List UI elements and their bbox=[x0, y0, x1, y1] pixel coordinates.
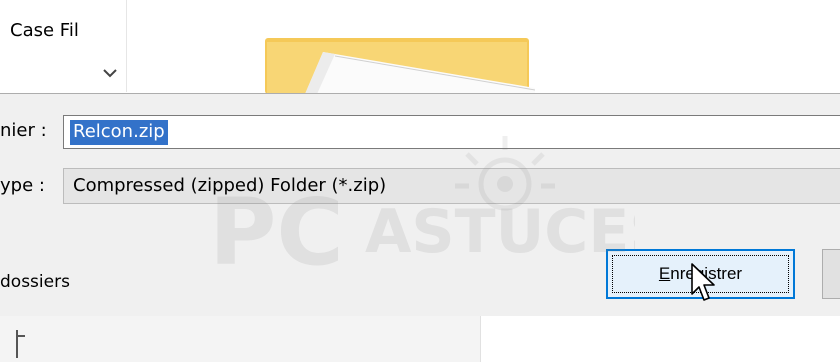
file-browser-area: Case Fil bbox=[0, 0, 840, 94]
filename-selected-text[interactable]: Relcon.zip bbox=[70, 120, 168, 145]
filetype-label: ype : bbox=[0, 175, 45, 196]
save-button-label: Enregistrer bbox=[658, 264, 743, 283]
hide-folders-toggle[interactable]: dossiers bbox=[0, 272, 70, 292]
folder-name-label[interactable]: Case Fil bbox=[10, 20, 79, 41]
filetype-select[interactable]: Compressed (zipped) Folder (*.zip) bbox=[63, 168, 840, 204]
save-dialog: nier : Relcon.zip ype : Compressed (zipp… bbox=[0, 93, 840, 317]
file-list-pane bbox=[0, 316, 481, 362]
partial-item-icon bbox=[16, 330, 25, 358]
cancel-button[interactable] bbox=[822, 249, 840, 299]
file-list-area bbox=[0, 316, 840, 362]
save-button[interactable]: Enregistrer bbox=[606, 249, 795, 299]
chevron-down-icon[interactable] bbox=[101, 64, 119, 82]
filename-input[interactable]: Relcon.zip bbox=[63, 115, 840, 149]
navigation-pane: Case Fil bbox=[0, 0, 127, 92]
zip-folder-icon[interactable] bbox=[265, 38, 535, 94]
filename-label: nier : bbox=[0, 120, 47, 141]
